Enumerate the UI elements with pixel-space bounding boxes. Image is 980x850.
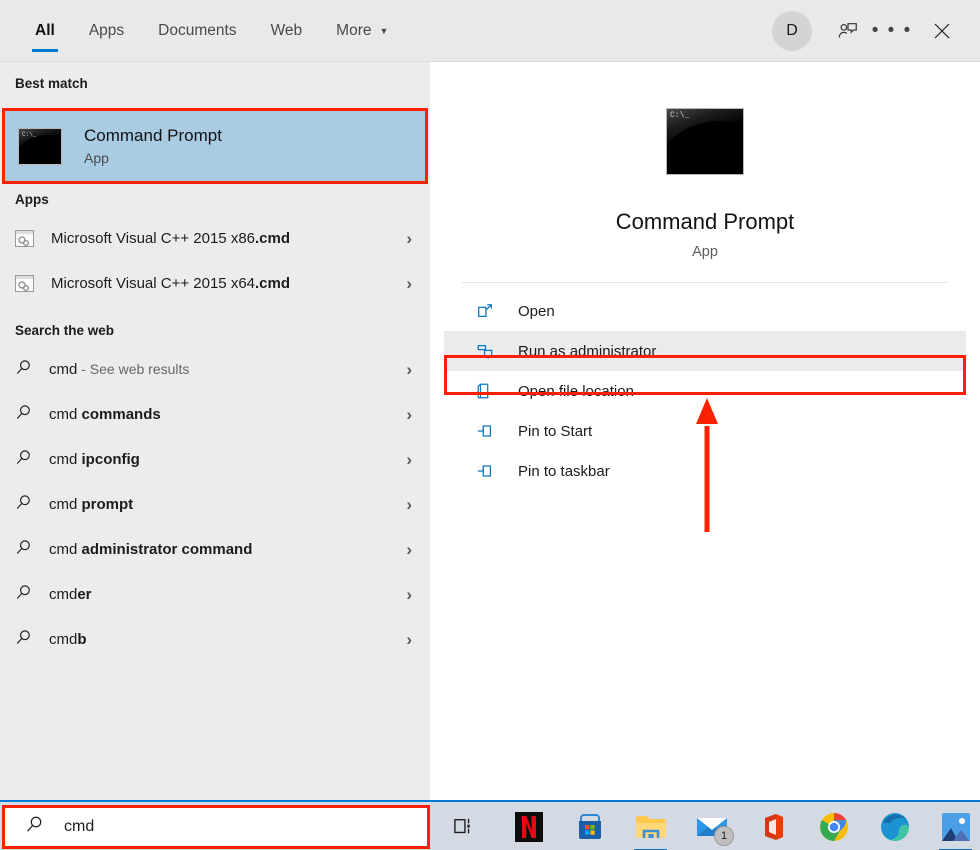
search-tab-bar: All Apps Documents Web More ▼ D • • • (0, 0, 980, 62)
chevron-right-icon[interactable]: › (406, 495, 412, 515)
list-item-label: cmdb (49, 631, 87, 648)
page-title: Command Prompt (615, 209, 795, 234)
open-external-icon (474, 300, 496, 322)
annotation-arrow (695, 398, 719, 532)
taskbar-item-microsoft-edge[interactable] (864, 802, 925, 850)
chevron-right-icon[interactable]: › (406, 585, 412, 605)
avatar[interactable]: D (772, 11, 812, 51)
list-item[interactable]: cmd administrator command › (0, 527, 430, 572)
list-item[interactable]: cmdb › (0, 617, 430, 662)
best-match-text: Command Prompt App (84, 126, 222, 166)
best-match-subtitle: App (84, 150, 109, 166)
ellipsis-icon[interactable]: • • • (870, 9, 914, 53)
pin-icon (474, 420, 496, 442)
best-match-title: Command Prompt (84, 126, 222, 145)
search-icon (15, 629, 32, 650)
taskbar-item-google-chrome[interactable] (803, 802, 864, 850)
web-group-header: Search the web (15, 323, 115, 338)
list-item[interactable]: Microsoft Visual C++ 2015 x86.cmd › (0, 216, 430, 261)
chevron-right-icon[interactable]: › (406, 360, 412, 380)
list-item[interactable]: cmd ipconfig › (0, 437, 430, 482)
action-label: Run as administrator (518, 342, 657, 360)
list-item[interactable]: cmd prompt › (0, 482, 430, 527)
taskbar-item-microsoft-store[interactable] (559, 802, 620, 850)
feedback-person-icon[interactable] (826, 9, 870, 53)
taskbar-item-mail[interactable]: 1 (681, 802, 742, 850)
app-hero: C:\_ Command Prompt App (444, 78, 966, 260)
list-item-label: cmd administrator command (49, 541, 253, 558)
list-item-label: Microsoft Visual C++ 2015 x64.cmd (51, 275, 291, 292)
tab-list: All Apps Documents Web More ▼ (18, 0, 405, 62)
tab-documents[interactable]: Documents (141, 0, 253, 62)
search-input-value: cmd (64, 818, 95, 835)
search-icon (15, 449, 32, 470)
taskbar-item-photos[interactable] (925, 802, 980, 850)
taskbar-item-netflix[interactable] (498, 802, 559, 850)
chevron-right-icon[interactable]: › (406, 405, 412, 425)
best-match-result[interactable]: C:\_ Command Prompt App (2, 108, 428, 184)
ellipsis-glyph: • • • (871, 20, 913, 41)
search-icon (15, 494, 32, 515)
chevron-right-icon[interactable]: › (406, 540, 412, 560)
list-item-label: cmd commands (49, 406, 161, 423)
tab-more-label: More (336, 22, 372, 39)
divider (462, 282, 948, 283)
best-match-header: Best match (15, 76, 88, 91)
action-label: Pin to Start (518, 422, 593, 440)
taskbar-item-office[interactable] (742, 802, 803, 850)
action-label: Pin to taskbar (518, 462, 610, 480)
tab-all-label: All (35, 22, 55, 39)
search-icon (15, 584, 32, 605)
windows-search-screen: All Apps Documents Web More ▼ D • • • Be… (0, 0, 980, 850)
action-open[interactable]: Open (444, 291, 966, 331)
script-file-icon (15, 275, 34, 292)
list-item-label: cmd ipconfig (49, 451, 140, 468)
list-item[interactable]: Microsoft Visual C++ 2015 x64.cmd › (0, 261, 430, 306)
tab-apps[interactable]: Apps (72, 0, 141, 62)
command-prompt-icon-text: C:\_ (670, 111, 690, 120)
tab-web-label: Web (270, 22, 303, 39)
search-icon (15, 539, 32, 560)
search-icon (15, 359, 32, 380)
chevron-right-icon[interactable]: › (406, 450, 412, 470)
tab-more[interactable]: More ▼ (319, 0, 405, 62)
shield-icon (474, 340, 496, 362)
app-type-label: App (692, 244, 718, 260)
search-icon (15, 404, 32, 425)
tab-apps-label: Apps (88, 22, 125, 39)
command-prompt-icon: C:\_ (18, 127, 62, 165)
close-icon[interactable] (920, 9, 964, 53)
tab-web[interactable]: Web (254, 0, 320, 62)
search-input[interactable]: cmd (2, 805, 430, 849)
list-item[interactable]: cmder › (0, 572, 430, 617)
taskbar-app-list: 1 (498, 802, 980, 850)
action-label: Open (518, 302, 555, 320)
list-item-label: Microsoft Visual C++ 2015 x86.cmd (51, 230, 291, 247)
list-item-label: cmd - See web results (49, 361, 190, 378)
list-item-label: cmd prompt (49, 496, 134, 513)
chevron-down-icon: ▼ (379, 25, 389, 36)
tab-all[interactable]: All (18, 0, 72, 62)
script-file-icon (15, 230, 34, 247)
command-prompt-icon-text: C:\_ (22, 130, 37, 138)
tab-documents-label: Documents (158, 22, 237, 39)
action-label: Open file location (518, 382, 634, 400)
taskbar-item-file-explorer[interactable] (620, 802, 681, 850)
chevron-right-icon[interactable]: › (406, 229, 412, 249)
taskbar: cmd 1 (0, 800, 980, 850)
search-icon (25, 815, 44, 839)
pin-icon (474, 460, 496, 482)
command-prompt-icon-large: C:\_ (666, 108, 744, 175)
list-item[interactable]: cmd - See web results › (0, 347, 430, 392)
task-view-icon[interactable] (440, 812, 488, 842)
window-controls: D • • • (772, 0, 980, 62)
action-run-as-administrator[interactable]: Run as administrator (444, 331, 966, 371)
chevron-right-icon[interactable]: › (406, 274, 412, 294)
chevron-right-icon[interactable]: › (406, 630, 412, 650)
avatar-initial: D (786, 22, 798, 39)
list-item[interactable]: cmd commands › (0, 392, 430, 437)
notification-badge: 1 (714, 826, 734, 846)
list-item-label: cmder (49, 586, 92, 603)
folder-open-icon (474, 380, 496, 402)
